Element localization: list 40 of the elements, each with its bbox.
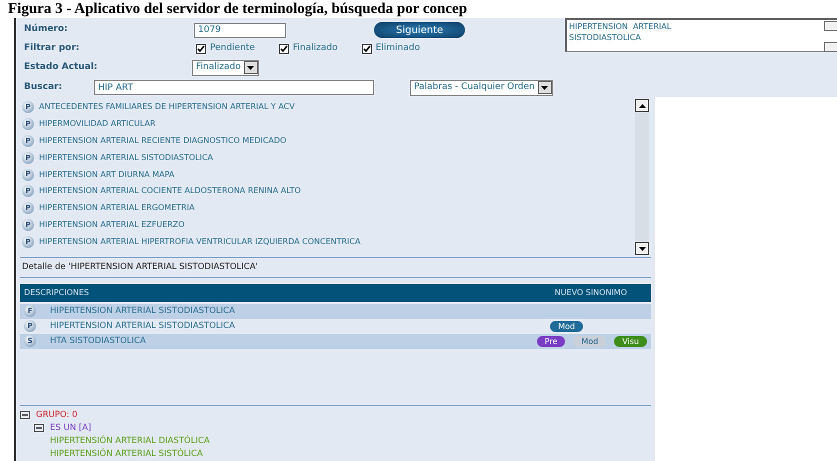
column-header: DESCRIPCIONES	[24, 286, 89, 299]
checkbox-label: Eliminado	[376, 42, 420, 55]
description-cell: HIPERTENSION ARTERIAL SISTODIASTOLICA	[50, 320, 235, 333]
action-button[interactable]: Pre	[536, 336, 566, 347]
description-cell: HIPERTENSION ARTERIAL SISTODIASTOLICA	[50, 304, 235, 318]
minus-icon	[22, 414, 28, 416]
search-field[interactable]: HIP ART	[94, 80, 374, 95]
figure-caption: Figura 3 - Aplicativo del servidor de terminología, búsqueda por concep	[7, 0, 468, 18]
detail-title: Detalle de 'HIPERTENSION ARTERIAL SISTODIASTOLICA'	[20, 257, 651, 278]
tree-node[interactable]: ES UN [A]	[50, 422, 92, 435]
down-arrow-icon	[638, 246, 646, 250]
field-label: Filtrar por:	[24, 42, 80, 55]
concept-text-area[interactable]: HIPERTENSION ARTERIAL SISTODIASTOLICA	[565, 18, 837, 52]
column-header: NUEVO SINONIMO	[554, 286, 627, 299]
caret-icon	[247, 66, 254, 70]
field-label: Buscar:	[24, 80, 64, 94]
action-button[interactable]: Visu	[614, 336, 647, 347]
minus-icon	[36, 427, 42, 430]
tree-node[interactable]: GRUPO: 0	[36, 408, 78, 422]
state-dropdown[interactable]: Finalizado	[192, 60, 259, 76]
collapse-toggle[interactable]	[34, 424, 44, 432]
caret-icon	[541, 86, 548, 90]
field-label: Número:	[24, 23, 69, 36]
next-button[interactable]: Siguiente	[374, 22, 466, 38]
small-button[interactable]	[824, 21, 837, 31]
small-button[interactable]	[824, 42, 837, 52]
search-mode-dropdown[interactable]: Palabras - Cualquier Orden	[410, 80, 553, 96]
action-button[interactable]: Mod	[573, 336, 606, 347]
checkbox-label: Pendiente	[210, 42, 255, 55]
number-field[interactable]: 1079	[194, 22, 286, 38]
checkbox[interactable]	[196, 44, 206, 54]
checkbox[interactable]	[278, 44, 289, 54]
checkbox-label: Finalizado	[292, 42, 338, 55]
description-cell: HTA SISTODIASTOLICA	[50, 334, 146, 348]
up-arrow-icon	[638, 104, 646, 108]
collapse-toggle[interactable]	[20, 411, 30, 420]
action-button[interactable]: Mod	[550, 320, 583, 332]
scrollbar[interactable]	[635, 99, 649, 255]
field-label: Estado Actual:	[24, 60, 98, 74]
checkbox[interactable]	[362, 44, 372, 54]
